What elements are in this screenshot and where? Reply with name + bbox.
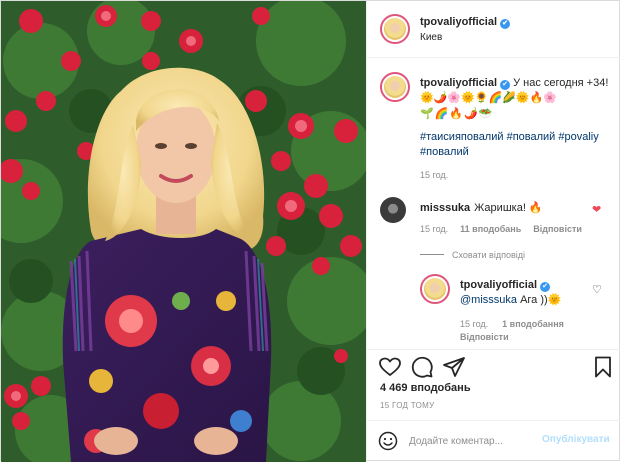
hide-replies-label[interactable]: Сховати відповіді xyxy=(452,250,525,260)
verified-badge-icon: ✔ xyxy=(500,80,511,90)
share-icon[interactable] xyxy=(442,355,466,379)
author-avatar[interactable] xyxy=(380,14,410,44)
verified-badge-icon: ✔ xyxy=(540,282,551,292)
comment-likes[interactable]: 11 вподобань xyxy=(460,224,521,234)
comment-timestamp[interactable]: 15 год. xyxy=(420,224,448,234)
caption-avatar[interactable] xyxy=(380,72,410,102)
comment-text: misssuka Жаришка! 🔥 xyxy=(420,201,543,214)
posted-time[interactable]: 15 ГОД ТОМУ xyxy=(380,401,435,410)
action-bar: 4 469 вподобань 15 ГОД ТОМУ Опублікувати xyxy=(367,349,620,454)
hide-replies-divider xyxy=(420,254,444,255)
comment-meta: 15 год. 11 вподобань Відповісти xyxy=(420,224,594,234)
reply-meta: 15 год. 1 вподобання Відповісти xyxy=(460,318,578,344)
reply-like-heart-icon[interactable]: ♡ xyxy=(592,283,602,296)
comment-liked-heart-icon[interactable]: ❤ xyxy=(592,203,601,216)
comment-reply-button[interactable]: Відповісти xyxy=(533,224,582,234)
caption-timestamp[interactable]: 15 год. xyxy=(420,170,448,180)
caption-username[interactable]: tpovaliyofficial xyxy=(420,77,497,89)
instagram-post: tpovaliyofficial ✔ Киев tpovaliyofficial ✔… xyxy=(0,0,620,462)
hide-replies-button[interactable]: Сховати відповіді xyxy=(420,250,525,260)
reply-timestamp[interactable]: 15 год. xyxy=(460,319,488,329)
avatar-image xyxy=(384,18,406,40)
smile-icon[interactable] xyxy=(378,431,398,451)
photo-illustration xyxy=(1,1,366,462)
comments-section: tpovaliyofficial ✔ У нас сегодня +34! 🌞🌶️… xyxy=(367,59,620,349)
author-username[interactable]: tpovaliyofficial ✔ xyxy=(420,16,511,29)
caption-text: У нас сегодня +34! xyxy=(513,77,609,89)
reply-body: Ага ))🌞 xyxy=(517,294,562,306)
reply-text: tpovaliyofficial ✔ @misssuka Ага ))🌞 xyxy=(460,278,600,308)
post-header: tpovaliyofficial ✔ Киев xyxy=(367,1,620,58)
likes-count[interactable]: 4 469 вподобань xyxy=(380,382,471,394)
reply-avatar[interactable] xyxy=(420,274,450,304)
reply-mention[interactable]: @misssuka xyxy=(460,294,517,306)
post-location[interactable]: Киев xyxy=(420,32,442,43)
reply-reply-button[interactable]: Відповісти xyxy=(460,332,509,342)
commenter-username[interactable]: misssuka xyxy=(420,202,470,214)
caption-emoji-line2: 🌱🌈🔥🌶️🥗 xyxy=(420,108,494,120)
caption-emoji-line1: 🌞🌶️🌸🌞🌻🌈🌽🌞🔥🌸 xyxy=(420,92,557,104)
comment-input[interactable] xyxy=(409,433,559,449)
reply-likes[interactable]: 1 вподобання xyxy=(502,319,564,329)
comment-body: Жаришка! 🔥 xyxy=(474,202,543,214)
author-username-text[interactable]: tpovaliyofficial xyxy=(420,16,497,28)
comment-icon[interactable] xyxy=(410,355,434,379)
reply-username[interactable]: tpovaliyofficial xyxy=(460,279,537,291)
publish-button[interactable]: Опублікувати xyxy=(542,434,610,445)
post-caption: tpovaliyofficial ✔ У нас сегодня +34! 🌞🌶️… xyxy=(420,76,610,122)
bookmark-icon[interactable] xyxy=(591,355,615,379)
caption-hashtags[interactable]: #таисияповалий #повалий #povaliy #повали… xyxy=(420,130,610,160)
heart-icon[interactable] xyxy=(378,355,402,379)
commenter-avatar[interactable] xyxy=(380,197,406,223)
avatar-image xyxy=(384,76,406,98)
avatar-image xyxy=(424,278,446,300)
post-side-panel: tpovaliyofficial ✔ Киев tpovaliyofficial ✔… xyxy=(366,1,620,462)
add-comment-bar: Опублікувати xyxy=(367,420,620,463)
verified-badge-icon: ✔ xyxy=(500,19,511,29)
post-photo[interactable] xyxy=(1,1,366,462)
